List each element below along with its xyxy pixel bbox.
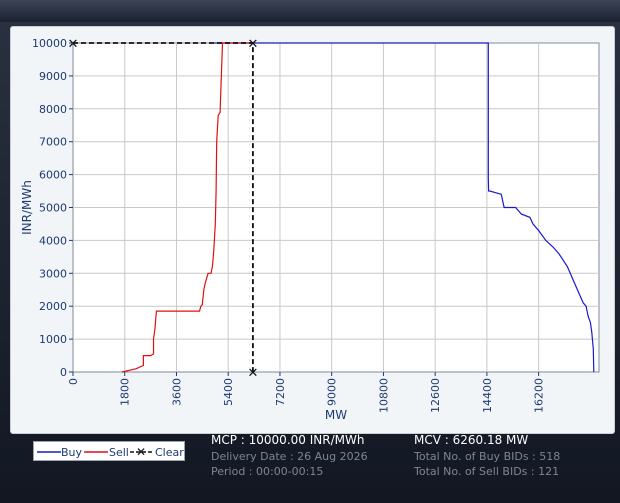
delivery-date: Delivery Date : 26 Aug 2026 bbox=[211, 450, 368, 463]
period: Period : 00:00-00:15 bbox=[211, 465, 324, 478]
y-tick-label: 10000 bbox=[32, 37, 67, 50]
legend-clear-label: Clear bbox=[155, 446, 184, 459]
x-tick-label: 3600 bbox=[170, 378, 183, 406]
clear-point-marker: ✕ bbox=[247, 366, 258, 381]
mcv-value: MCV : 6260.18 MW bbox=[414, 433, 529, 447]
y-tick-label: 0 bbox=[60, 366, 67, 379]
y-tick-label: 9000 bbox=[39, 70, 67, 83]
x-tick-label: 5400 bbox=[222, 378, 235, 406]
y-tick-label: 8000 bbox=[39, 103, 67, 116]
legend-clear-marker-icon: ✕ bbox=[136, 445, 146, 459]
x-axis-label: MW bbox=[325, 408, 347, 422]
y-axis-label: INR/MWh bbox=[20, 180, 34, 235]
x-tick-label: 12600 bbox=[429, 378, 442, 413]
clear-point-marker: ✕ bbox=[68, 37, 79, 52]
clear-point-marker: ✕ bbox=[247, 37, 258, 52]
y-tick-label: 7000 bbox=[39, 136, 67, 149]
window-titlebar bbox=[0, 0, 620, 22]
legend-sell-label: Sell bbox=[109, 446, 129, 459]
y-tick-label: 6000 bbox=[39, 169, 67, 182]
y-tick-label: 3000 bbox=[39, 267, 67, 280]
y-tick-label: 2000 bbox=[39, 300, 67, 313]
legend-buy-label: Buy bbox=[61, 446, 83, 459]
x-tick-label: 0 bbox=[67, 378, 80, 385]
chart-legend: Buy Sell ✕ Clear bbox=[33, 441, 185, 461]
y-tick-label: 5000 bbox=[39, 202, 67, 215]
x-tick-label: 9000 bbox=[326, 378, 339, 406]
x-tick-label: 14400 bbox=[481, 378, 494, 413]
bid-curve-chart: ✕ ✕ ✕ 0 1000 2000 3000 4000 5000 6000 7000 8000 900… bbox=[20, 37, 600, 422]
mcp-value: MCP : 10000.00 INR/MWh bbox=[211, 433, 365, 447]
x-tick-label: 7200 bbox=[274, 378, 287, 406]
buy-bids-count: Total No. of Buy BIDs : 518 bbox=[414, 450, 561, 463]
x-tick-label: 10800 bbox=[377, 378, 390, 413]
y-tick-label: 1000 bbox=[39, 333, 67, 346]
chart-panel: ✕ ✕ ✕ 0 1000 2000 3000 4000 5000 6000 7000 8000 900… bbox=[10, 26, 615, 434]
grid-layer bbox=[72, 42, 600, 373]
y-tick-label: 4000 bbox=[39, 234, 67, 247]
sell-bids-count: Total No. of Sell BIDs : 121 bbox=[414, 465, 560, 478]
x-tick-label: 1800 bbox=[119, 378, 132, 406]
x-tick-label: 16200 bbox=[533, 378, 546, 413]
chart-window: ✕ ✕ ✕ 0 1000 2000 3000 4000 5000 6000 7000 8000 900… bbox=[0, 0, 620, 503]
